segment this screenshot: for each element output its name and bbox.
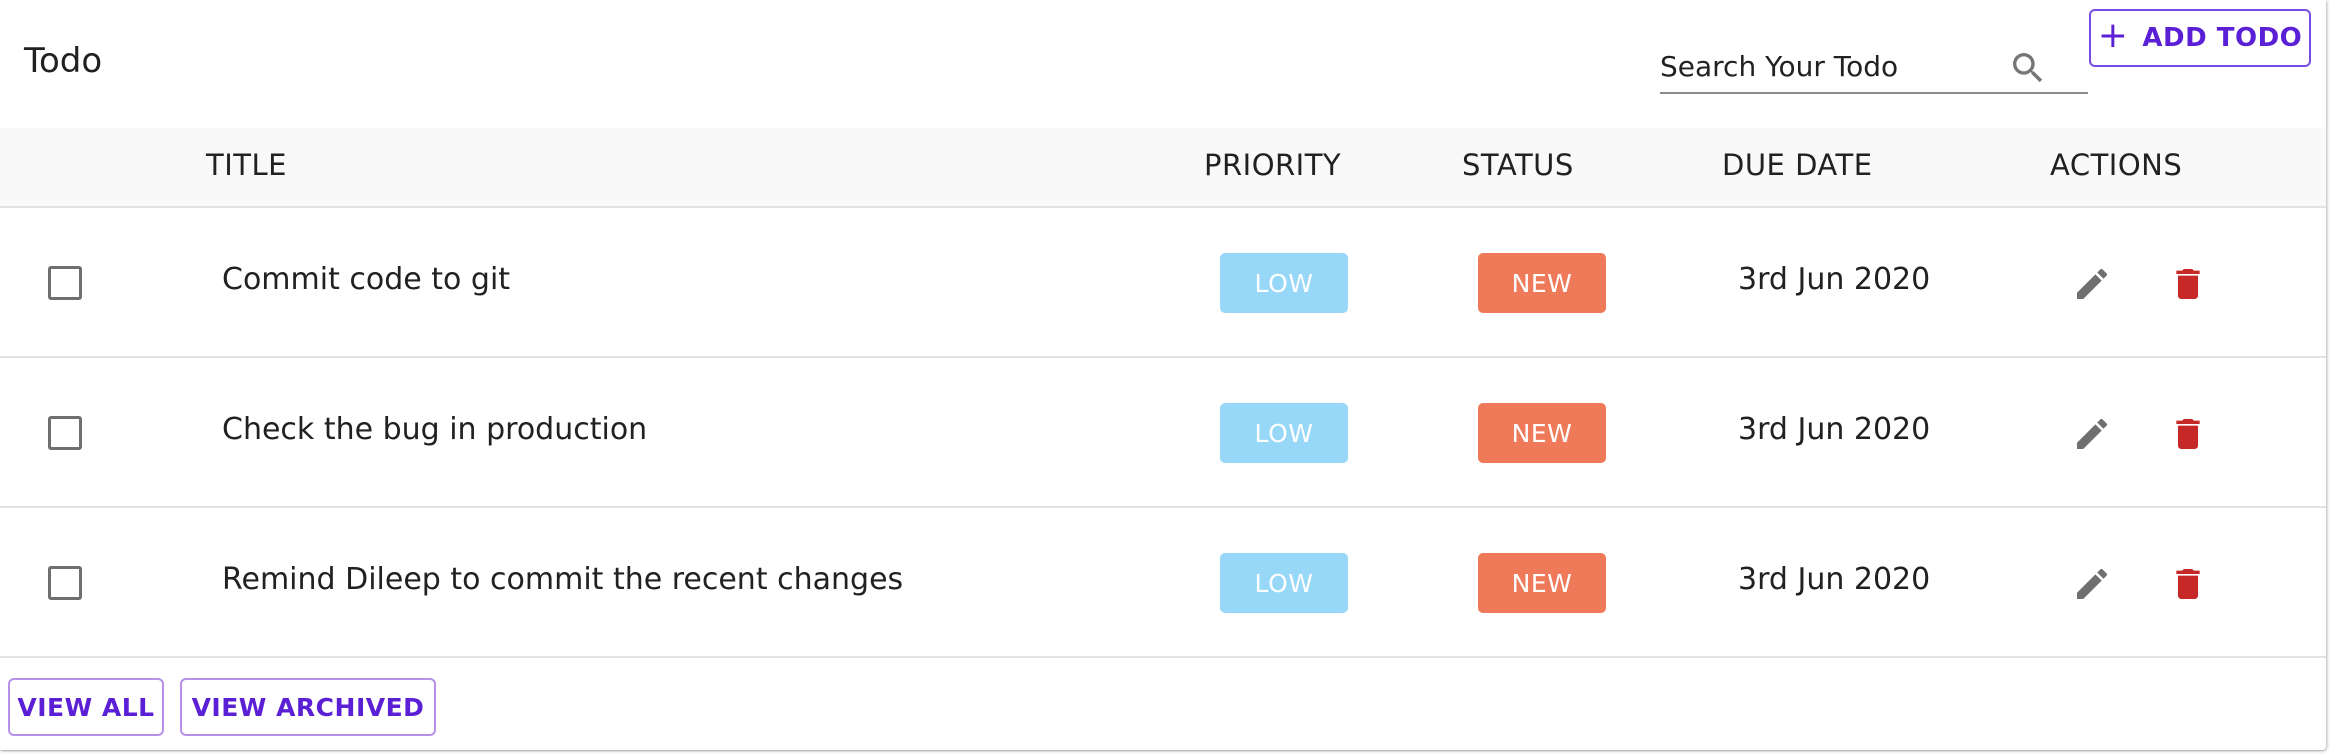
- status-badge: NEW: [1478, 553, 1606, 613]
- search-input[interactable]: [1660, 44, 2010, 88]
- todo-title: Remind Dileep to commit the recent chang…: [222, 562, 904, 597]
- table-header: TITLE PRIORITY STATUS DUE DATE ACTIONS: [0, 128, 2326, 208]
- search-field: [1660, 40, 2088, 94]
- todo-title: Commit code to git: [222, 262, 511, 297]
- table-row: Remind Dileep to commit the recent chang…: [0, 508, 2326, 658]
- column-header-actions: ACTIONS: [2050, 148, 2183, 182]
- view-all-button[interactable]: VIEW ALL: [8, 678, 164, 736]
- view-archived-button[interactable]: VIEW ARCHIVED: [180, 678, 436, 736]
- row-checkbox[interactable]: [48, 566, 82, 600]
- add-todo-label: ADD TODO: [2142, 23, 2303, 53]
- todo-card: Todo + ADD TODO TITLE PRIORITY STATUS DU…: [0, 0, 2326, 750]
- trash-icon[interactable]: [2168, 414, 2208, 454]
- column-header-status: STATUS: [1462, 148, 1574, 182]
- row-checkbox[interactable]: [48, 266, 82, 300]
- status-badge: NEW: [1478, 253, 1606, 313]
- column-header-due-date: DUE DATE: [1722, 148, 1873, 182]
- trash-icon[interactable]: [2168, 264, 2208, 304]
- pencil-icon[interactable]: [2072, 414, 2112, 454]
- due-date: 3rd Jun 2020: [1738, 562, 1931, 597]
- toolbar: Todo + ADD TODO: [0, 0, 2326, 128]
- status-badge: NEW: [1478, 403, 1606, 463]
- page-title: Todo: [24, 41, 103, 81]
- todo-title: Check the bug in production: [222, 412, 648, 447]
- table-row: Commit code to git LOW NEW 3rd Jun 2020: [0, 208, 2326, 358]
- trash-icon[interactable]: [2168, 564, 2208, 604]
- column-header-title: TITLE: [206, 148, 287, 182]
- pencil-icon[interactable]: [2072, 564, 2112, 604]
- due-date: 3rd Jun 2020: [1738, 262, 1931, 297]
- row-checkbox[interactable]: [48, 416, 82, 450]
- priority-badge: LOW: [1220, 553, 1348, 613]
- pencil-icon[interactable]: [2072, 264, 2112, 304]
- column-header-priority: PRIORITY: [1204, 148, 1342, 182]
- search-icon[interactable]: [2008, 48, 2048, 88]
- due-date: 3rd Jun 2020: [1738, 412, 1931, 447]
- priority-badge: LOW: [1220, 403, 1348, 463]
- plus-icon: +: [2097, 15, 2129, 56]
- table-row: Check the bug in production LOW NEW 3rd …: [0, 358, 2326, 508]
- priority-badge: LOW: [1220, 253, 1348, 313]
- add-todo-button[interactable]: + ADD TODO: [2089, 9, 2311, 67]
